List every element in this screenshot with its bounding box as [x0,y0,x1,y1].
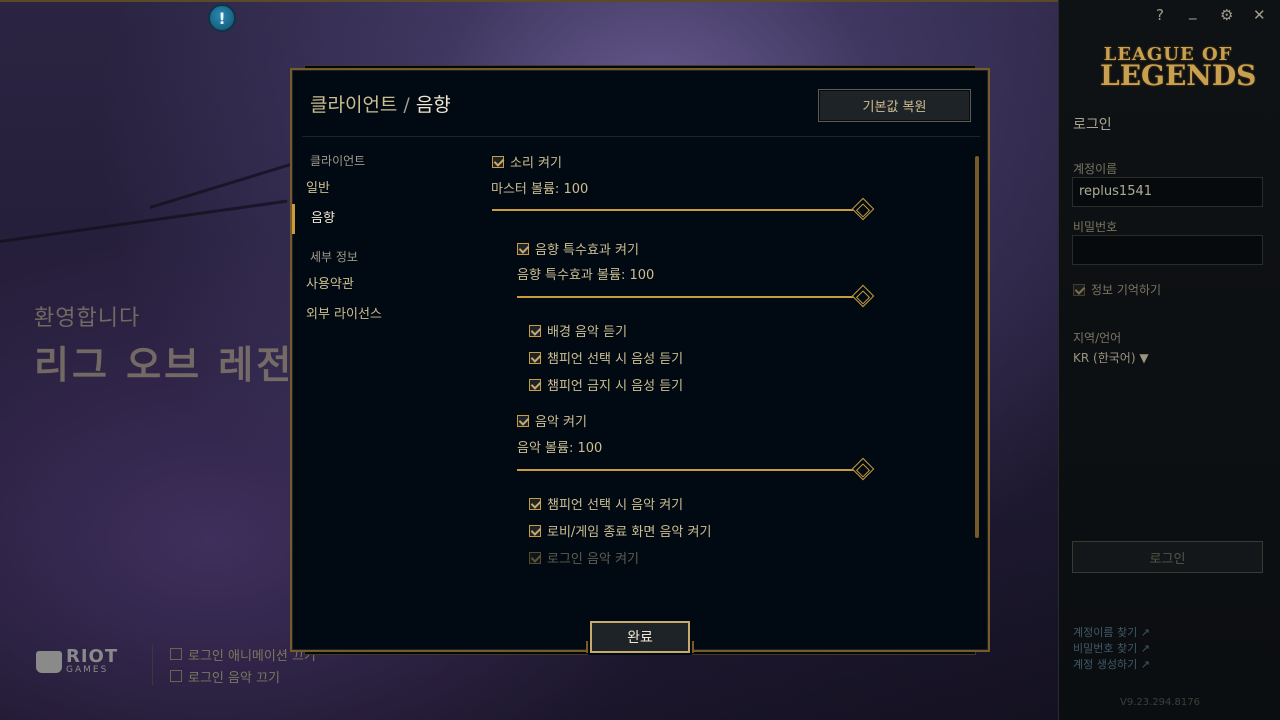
breadcrumb-separator: / [403,94,410,116]
password-label: 비밀번호 [1073,220,1118,234]
gear-icon[interactable]: ⚙ [1220,6,1233,24]
checkbox-checked[interactable] [529,378,541,391]
welcome-subtitle: 환영합니다 [34,306,141,331]
lobby-end-music-option[interactable]: 로비/게임 종료 화면 음악 켜기 [529,521,711,540]
checkbox-checked[interactable] [529,351,541,364]
checkbox-checked[interactable] [529,524,541,537]
breadcrumb-parent: 클라이언트 [310,94,398,116]
modal-header: 클라이언트 / 음향 기본값 복원 [292,70,988,138]
dropdown-arrow-icon: ▼ [1139,351,1149,365]
checkbox-checked[interactable] [529,497,541,510]
champ-select-music-option[interactable]: 챔피언 선택 시 음악 켜기 [529,494,683,513]
remember-me-checkbox[interactable] [1073,283,1085,296]
nav-item-terms[interactable]: 사용약관 [292,270,482,300]
slider-fill [517,296,867,298]
scrollbar[interactable] [975,156,979,538]
top-border [0,0,1058,2]
nav-section-client: 클라이언트 [310,154,366,168]
find-password-link[interactable]: 비밀번호 찾기 ↗ [1073,640,1150,656]
riot-games-logo: RIOT GAMES [36,648,118,675]
divider [152,645,153,685]
nav-section-details: 세부 정보 [310,250,358,264]
champ-ban-voice-option[interactable]: 챔피언 금지 시 음성 듣기 [529,375,683,394]
music-volume-thumb[interactable] [851,457,875,481]
nav-item-general[interactable]: 일반 [292,174,482,204]
find-username-link[interactable]: 계정이름 찾기 ↗ [1073,624,1150,640]
master-volume-label: 마스터 볼륨: 100 [491,182,589,197]
sound-on-option[interactable]: 소리 켜기 [492,152,562,171]
music-on-option[interactable]: 음악 켜기 [517,411,587,430]
breadcrumb-current: 음향 [415,94,451,116]
sound-settings: 소리 켜기 마스터 볼륨: 100 음향 특수효과 켜기 음향 특수효과 볼륨:… [482,148,962,628]
help-icon[interactable]: ? [1156,6,1164,24]
nav-item-licenses[interactable]: 외부 라이선스 [292,300,482,330]
nav-item-sound[interactable]: 음향 [292,204,482,234]
settings-nav: 클라이언트 일반 음향 세부 정보 사용약관 외부 라이선스 [292,148,482,330]
sfx-on-option[interactable]: 음향 특수효과 켜기 [517,239,639,258]
done-button[interactable]: 완료 [590,621,690,653]
login-title: 로그인 [1073,117,1112,133]
divider [302,136,980,137]
welcome-title: 리그 오브 레전드 [34,343,333,387]
disable-login-music-option[interactable]: 로그인 음악 끄기 [170,665,316,687]
remember-me-option[interactable]: 정보 기억하기 [1073,281,1161,298]
login-button[interactable]: 로그인 [1072,541,1263,573]
breadcrumb: 클라이언트 / 음향 [310,90,451,117]
champ-select-voice-option[interactable]: 챔피언 선택 시 음성 듣기 [529,348,683,367]
music-volume-label: 음악 볼륨: 100 [517,441,603,456]
minimize-icon[interactable]: _ [1189,2,1197,20]
checkbox-checked[interactable] [529,324,541,337]
create-account-link[interactable]: 계정 생성하기 ↗ [1073,656,1150,672]
checkbox[interactable] [170,670,182,682]
region-select[interactable]: KR (한국어) ▼ [1073,349,1149,366]
password-field[interactable] [1072,235,1263,265]
checkbox-checked[interactable] [517,414,529,427]
close-icon[interactable]: ✕ [1253,6,1266,24]
checkbox-checked[interactable] [517,242,529,255]
master-volume-slider[interactable] [492,209,867,211]
riot-fist-icon [36,650,62,673]
checkbox-checked[interactable] [529,551,541,564]
master-volume-thumb[interactable] [851,197,875,221]
slider-fill [517,469,867,471]
region-label: 지역/언어 [1073,331,1122,345]
username-field[interactable]: replus1541 [1072,177,1263,207]
sfx-volume-thumb[interactable] [851,284,875,308]
version-text: V9.23.294.8176 [1120,697,1200,708]
sfx-volume-slider[interactable] [517,296,867,298]
checkbox-checked[interactable] [492,155,504,168]
welcome-banner: 환영합니다 리그 오브 레전드 [34,300,332,389]
alert-icon[interactable]: ! [208,4,236,32]
slider-fill [492,209,867,211]
settings-modal: 클라이언트 / 음향 기본값 복원 클라이언트 일반 음향 세부 정보 사용약관 외… [290,68,990,652]
league-of-legends-logo: LEAGUE OF LEGENDS [1100,44,1257,93]
sfx-volume-label: 음향 특수효과 볼륨: 100 [517,268,655,283]
username-label: 계정이름 [1073,162,1118,176]
checkbox[interactable] [170,648,182,660]
login-music-option[interactable]: 로그인 음악 켜기 [529,548,639,567]
ambient-sound-option[interactable]: 배경 음악 듣기 [529,321,627,340]
music-volume-slider[interactable] [517,469,867,471]
restore-defaults-button[interactable]: 기본값 복원 [818,89,971,122]
